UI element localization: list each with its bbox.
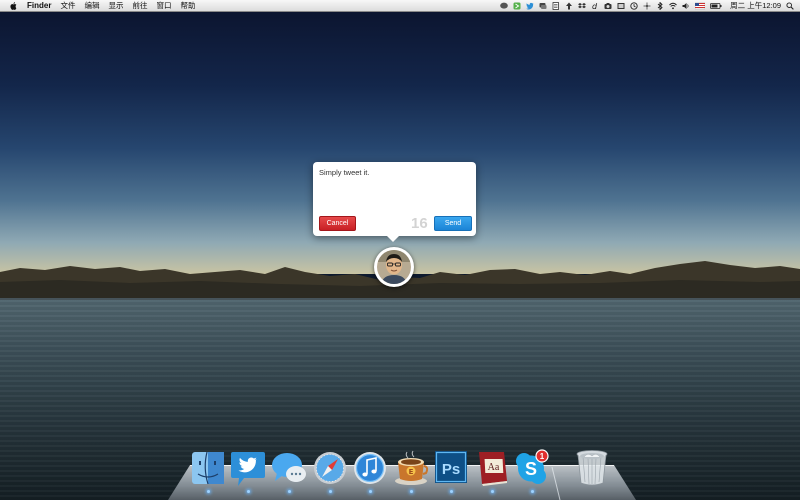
twitter-app-icon (231, 452, 265, 486)
dock-item-finder[interactable] (190, 448, 226, 488)
trash-icon (576, 450, 608, 486)
dock: E Ps Aa S 1 (190, 448, 630, 488)
user-avatar[interactable] (374, 247, 414, 287)
dictionary-icon: Aa (479, 452, 507, 486)
espresso-letter: E (409, 468, 414, 476)
messages-icon (272, 453, 306, 482)
finder-icon (192, 451, 224, 485)
wifi-icon[interactable] (669, 2, 677, 10)
menu-bar-left: Finder 文件 编辑 显示 前往 窗口 帮助 (0, 0, 195, 11)
menu-app-finder[interactable]: Finder (27, 1, 51, 10)
espresso-icon: E (395, 450, 429, 485)
running-indicator-skype (531, 490, 534, 493)
skype-icon: S 1 (516, 449, 549, 484)
dock-item-twitter[interactable] (230, 448, 266, 488)
dock-item-trash[interactable] (574, 448, 610, 488)
menu-bar: Finder 文件 编辑 显示 前往 窗口 帮助 d 周二 上午12:09 (0, 0, 800, 12)
flag-icon[interactable] (695, 2, 706, 10)
battery-icon[interactable] (710, 2, 722, 10)
menu-go[interactable]: 前往 (132, 0, 147, 11)
camera-icon[interactable] (604, 2, 612, 10)
dock-item-photoshop[interactable]: Ps (433, 448, 469, 488)
running-indicator-dictionary (491, 490, 494, 493)
running-indicator-messages (288, 490, 291, 493)
time-machine-icon[interactable] (630, 1, 638, 10)
menu-bar-tray: d 周二 上午12:09 (500, 0, 800, 12)
dock-item-espresso[interactable]: E (393, 448, 429, 488)
document-icon[interactable] (552, 1, 560, 10)
delicious-icon[interactable]: d (591, 2, 599, 10)
chat-bubble-icon[interactable] (500, 2, 508, 10)
running-indicator-itunes (369, 490, 372, 493)
sync-icon[interactable] (643, 2, 651, 10)
volume-icon[interactable] (682, 2, 690, 10)
character-count: 16 (411, 215, 428, 232)
skype-badge: 1 (540, 452, 545, 461)
safari-icon (314, 452, 346, 484)
svg-text:d: d (592, 2, 598, 10)
menu-window[interactable]: 窗口 (156, 0, 171, 11)
running-indicator-twitter (247, 490, 250, 493)
tweet-text-input[interactable]: Simply tweet it. (319, 168, 469, 208)
evernote-icon[interactable] (513, 2, 521, 10)
transmit-icon[interactable] (565, 2, 573, 10)
running-indicator-finder (207, 490, 210, 493)
bluetooth-icon[interactable] (656, 1, 664, 10)
photoshop-label: Ps (442, 461, 460, 478)
dock-item-safari[interactable] (312, 448, 348, 488)
menu-view[interactable]: 显示 (108, 0, 123, 11)
menu-help[interactable]: 帮助 (180, 0, 195, 11)
cancel-button[interactable]: Cancel (319, 216, 356, 231)
menu-bar-clock[interactable]: 周二 上午12:09 (730, 0, 781, 11)
twitter-icon[interactable] (526, 2, 534, 10)
dictionary-label: Aa (488, 462, 500, 473)
popover-arrow (386, 235, 400, 242)
spotlight-icon[interactable] (786, 1, 794, 10)
dock-item-skype[interactable]: S 1 (514, 448, 550, 488)
menu-file[interactable]: 文件 (60, 0, 75, 11)
running-indicator-espresso (410, 490, 413, 493)
send-button[interactable]: Send (434, 216, 472, 231)
dropbox-icon[interactable] (578, 2, 587, 10)
apple-icon[interactable] (9, 1, 18, 11)
menu-edit[interactable]: 编辑 (84, 0, 99, 11)
avatar-photo-icon (377, 250, 411, 284)
dock-item-dictionary[interactable]: Aa (474, 448, 510, 488)
itunes-icon (354, 452, 386, 484)
svg-text:S: S (525, 459, 537, 479)
dock-item-itunes[interactable] (352, 448, 388, 488)
photoshop-icon: Ps (435, 451, 467, 483)
tweet-popover: Simply tweet it. Cancel 16 Send (313, 162, 476, 236)
running-indicator-photoshop (450, 490, 453, 493)
cinema-icon[interactable] (617, 2, 625, 10)
running-indicator-safari (329, 490, 332, 493)
dock-item-messages[interactable] (271, 448, 307, 488)
chat-icon[interactable] (539, 2, 547, 10)
